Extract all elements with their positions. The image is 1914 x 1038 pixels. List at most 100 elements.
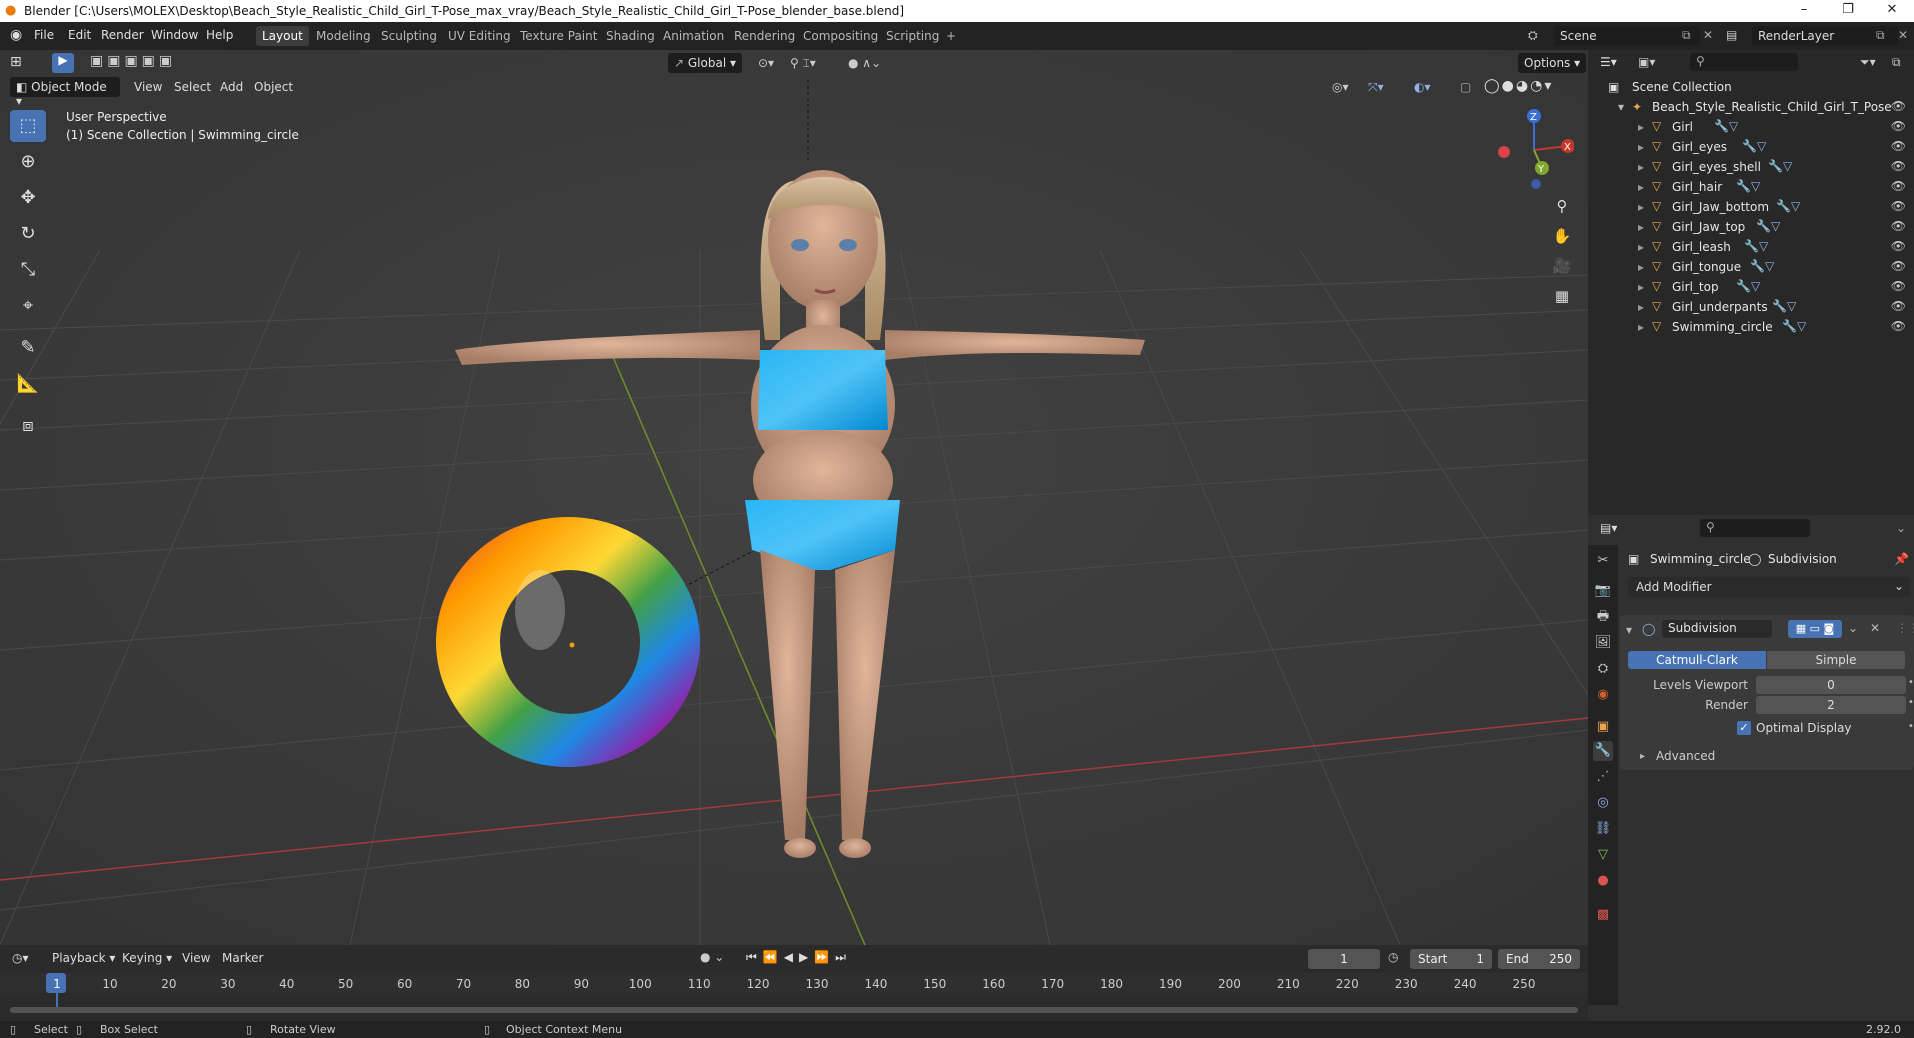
proportional-edit-icon[interactable]: ● ∧⌄ xyxy=(848,56,881,70)
outliner-item-girl-underpants[interactable]: ▸ ▽ Girl_underpants 🔧▽ 👁 xyxy=(1588,297,1914,317)
select-mode-icon[interactable]: ▶ xyxy=(52,53,74,73)
selection-mode-icons[interactable]: ▣▣▣▣▣ xyxy=(90,53,176,69)
end-frame-field[interactable]: End 250 xyxy=(1498,949,1580,969)
menu-marker[interactable]: Marker xyxy=(222,951,263,969)
view-layer-icon[interactable]: 🖼 xyxy=(1593,633,1613,653)
render-icon[interactable]: 📷 xyxy=(1593,581,1613,601)
start-frame-field[interactable]: Start 1 xyxy=(1410,949,1492,969)
tab-texture-paint[interactable]: Texture Paint xyxy=(514,26,603,46)
editor-type-icon[interactable]: ⊞ xyxy=(10,54,22,70)
tab-layout[interactable]: Layout xyxy=(256,26,309,46)
tab-uv-editing[interactable]: UV Editing xyxy=(442,26,517,46)
eye-icon[interactable]: 👁 xyxy=(1891,279,1906,293)
grid-icon[interactable]: ▦ xyxy=(1548,282,1576,310)
outliner-item-girl-jaw-top[interactable]: ▸ ▽ Girl_Jaw_top 🔧▽ 👁 xyxy=(1588,217,1914,237)
constraints-icon[interactable]: ⛓ xyxy=(1593,819,1613,839)
expand-arrow-icon[interactable]: ▸ xyxy=(1640,751,1645,762)
close-icon[interactable]: ✕ xyxy=(1872,2,1912,17)
pin-icon[interactable]: 📌 xyxy=(1894,552,1909,566)
pivot-icon[interactable]: ⊙▾ xyxy=(758,56,774,70)
add-workspace-button[interactable]: + xyxy=(940,26,962,46)
add-cube-icon[interactable]: ⧈ xyxy=(10,410,46,442)
outliner-item-girl-eyes[interactable]: ▸ ▽ Girl_eyes 🔧▽ 👁 xyxy=(1588,137,1914,157)
mesh-data-icon[interactable]: ▽ xyxy=(1593,845,1613,865)
modifier-display-toggles[interactable]: ▦ ▭ ◙ xyxy=(1788,620,1842,638)
move-icon[interactable]: ✥ xyxy=(10,182,46,214)
zoom-icon[interactable]: ⚲ xyxy=(1548,192,1576,220)
catmull-clark-button[interactable]: Catmull-Clark xyxy=(1628,651,1766,669)
menu-file[interactable]: File xyxy=(34,28,54,42)
eye-icon[interactable]: 👁 xyxy=(1891,179,1906,193)
scene-icon[interactable]: ⛭ xyxy=(1593,659,1613,679)
outliner-item-girl-top[interactable]: ▸ ▽ Girl_top 🔧▽ 👁 xyxy=(1588,277,1914,297)
orientation-selector[interactable]: ↗ Global ▾ xyxy=(668,53,742,73)
eye-icon[interactable]: 👁 xyxy=(1891,299,1906,313)
measure-icon[interactable]: 📐 xyxy=(10,368,46,400)
overlay-icon[interactable]: ◐▾ xyxy=(1414,80,1431,94)
editor-type-icon[interactable]: ◷▾ xyxy=(12,951,29,965)
swimming-circle-object[interactable] xyxy=(436,517,700,767)
close-icon[interactable]: ✕ xyxy=(1898,28,1908,42)
outliner-collection[interactable]: ▾ ✦ Beach_Style_Realistic_Child_Girl_T_P… xyxy=(1588,97,1914,117)
eye-icon[interactable]: 👁 xyxy=(1891,239,1906,253)
tab-compositing[interactable]: Compositing xyxy=(797,26,884,46)
tab-scripting[interactable]: Scripting xyxy=(880,26,945,46)
drag-handle-icon[interactable]: ⋮⋮ xyxy=(1896,621,1914,635)
eye-icon[interactable]: 👁 xyxy=(1891,199,1906,213)
object-icon[interactable]: ▣ xyxy=(1593,717,1613,737)
current-frame-field[interactable]: 1 xyxy=(1308,949,1380,969)
wrench-icon[interactable]: 🔧 xyxy=(1593,741,1613,761)
outliner-item-swimming-circle[interactable]: ▸ ▽ Swimming_circle 🔧▽ 👁 xyxy=(1588,317,1914,337)
menu-edit[interactable]: Edit xyxy=(68,28,91,42)
scene-selector[interactable]: Scene xyxy=(1554,26,1700,46)
cursor-icon[interactable]: ⊕ xyxy=(10,146,46,178)
visibility-icon[interactable]: ◎▾ xyxy=(1332,80,1349,94)
collapse-arrow-icon[interactable]: ▾ xyxy=(1618,100,1624,114)
select-box-icon[interactable]: ⬚ xyxy=(10,110,46,142)
camera-icon[interactable]: 🎥 xyxy=(1548,252,1576,280)
eye-icon[interactable]: 👁 xyxy=(1891,219,1906,233)
physics-icon[interactable]: ◎ xyxy=(1593,793,1613,813)
material-icon[interactable]: ● xyxy=(1593,871,1613,891)
gizmo-icon[interactable]: ⤧▾ xyxy=(1368,80,1384,95)
close-icon[interactable]: ✕ xyxy=(1870,621,1880,635)
hand-icon[interactable]: ✋ xyxy=(1548,222,1576,250)
render-levels-field[interactable]: 2 xyxy=(1756,696,1906,714)
menu-object[interactable]: Object xyxy=(248,77,299,97)
restore-icon[interactable]: ❐ xyxy=(1828,2,1868,17)
world-icon[interactable]: ◉ xyxy=(1593,685,1613,705)
scene-icon[interactable]: ⛭ xyxy=(1528,28,1538,43)
keying-menu[interactable]: Keying ▾ xyxy=(122,951,172,969)
particles-icon[interactable]: ⋰ xyxy=(1593,767,1613,787)
add-modifier-button[interactable]: Add Modifier ⌄ xyxy=(1628,577,1910,597)
eye-icon[interactable]: 👁 xyxy=(1891,119,1906,133)
mode-selector[interactable]: ◧ Object Mode ▾ xyxy=(10,77,120,108)
rotate-icon[interactable]: ↻ xyxy=(10,218,46,250)
blender-logo-icon[interactable]: ◉ xyxy=(10,27,22,43)
outliner-item-girl-hair[interactable]: ▸ ▽ Girl_hair 🔧▽ 👁 xyxy=(1588,177,1914,197)
close-icon[interactable]: ✕ xyxy=(1703,28,1713,42)
eye-icon[interactable]: 👁 xyxy=(1891,259,1906,273)
optimal-display-checkbox[interactable]: ✓ xyxy=(1737,721,1751,735)
menu-window[interactable]: Window xyxy=(151,28,198,42)
outliner-scene-collection[interactable]: ▣ Scene Collection xyxy=(1588,77,1914,97)
timeline-scrollbar[interactable] xyxy=(10,1007,1578,1013)
collapse-arrow-icon[interactable]: ▾ xyxy=(1626,623,1632,637)
xray-icon[interactable]: ▢ xyxy=(1460,80,1471,94)
eye-icon[interactable]: 👁 xyxy=(1891,319,1906,333)
modifier-name-input[interactable]: Subdivision xyxy=(1662,620,1772,638)
eye-icon[interactable]: 👁 xyxy=(1891,159,1906,173)
tool-icon[interactable]: ✂ xyxy=(1593,551,1613,571)
new-collection-icon[interactable]: ⧉ xyxy=(1892,55,1901,70)
scale-icon[interactable]: ⤡ xyxy=(10,254,46,286)
new-layer-icon[interactable]: ⧉ xyxy=(1876,28,1885,43)
tab-sculpting[interactable]: Sculpting xyxy=(375,26,443,46)
simple-button[interactable]: Simple xyxy=(1767,651,1905,669)
playback-controls[interactable]: ⏮⏪◀▶⏩⏭ xyxy=(746,950,852,965)
new-scene-icon[interactable]: ⧉ xyxy=(1682,28,1691,43)
outliner-item-girl-eyes-shell[interactable]: ▸ ▽ Girl_eyes_shell 🔧▽ 👁 xyxy=(1588,157,1914,177)
annotate-icon[interactable]: ✎ xyxy=(10,332,46,364)
outliner-item-girl-jaw-bottom[interactable]: ▸ ▽ Girl_Jaw_bottom 🔧▽ 👁 xyxy=(1588,197,1914,217)
menu-select[interactable]: Select xyxy=(168,77,217,97)
tab-modeling[interactable]: Modeling xyxy=(310,26,377,46)
